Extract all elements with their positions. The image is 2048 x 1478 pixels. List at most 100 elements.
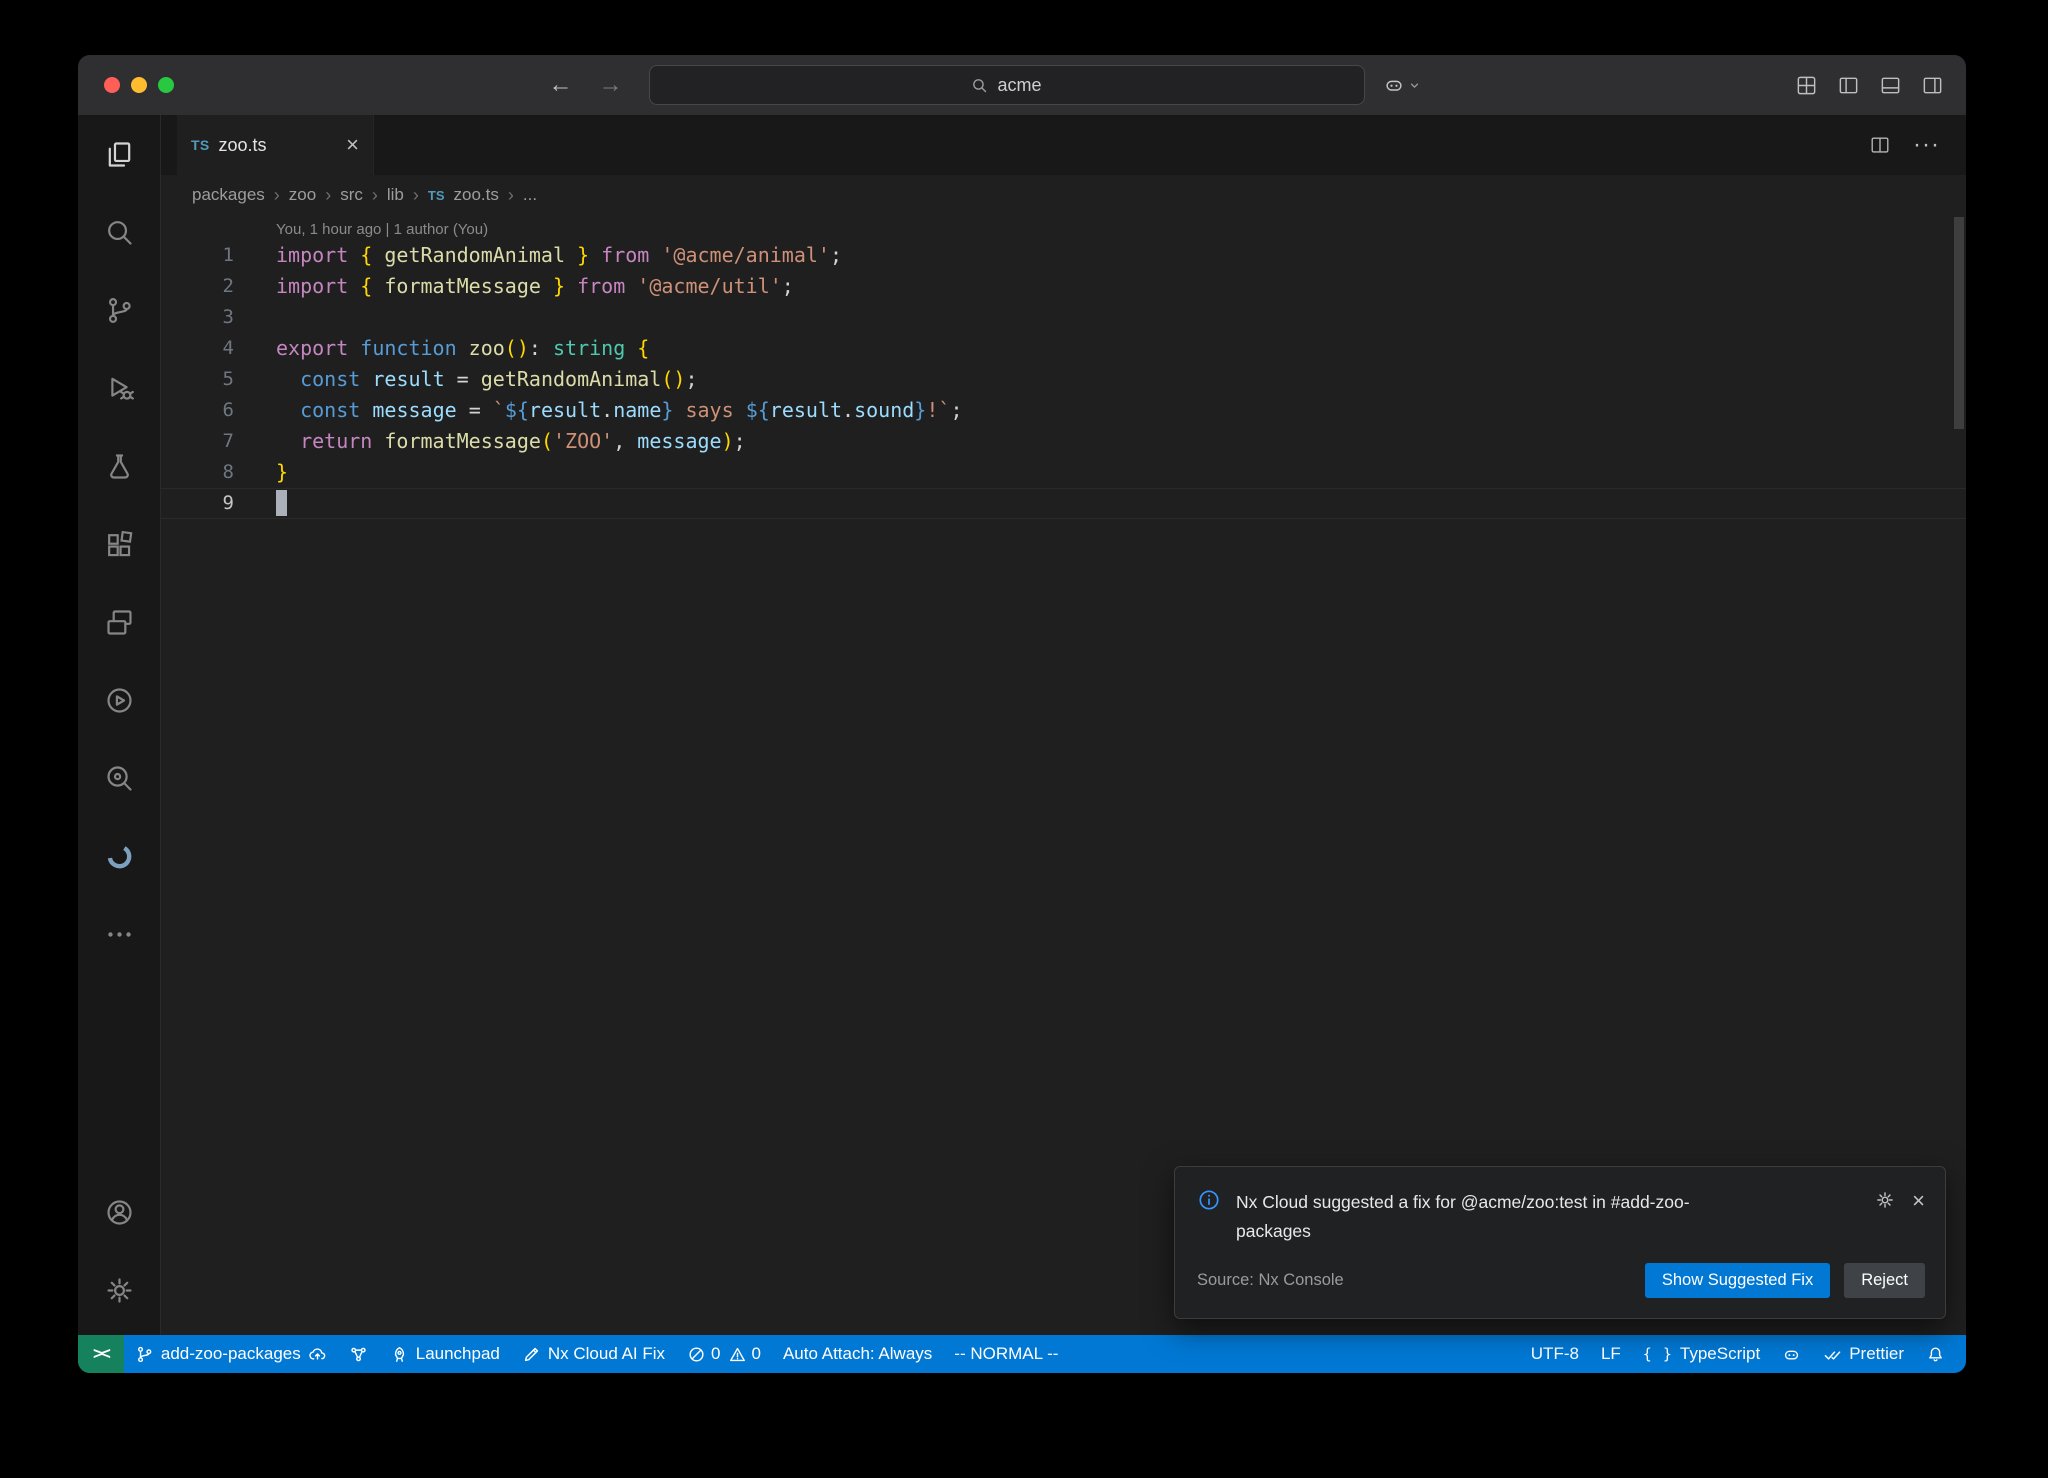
prettier-label: Prettier	[1849, 1344, 1904, 1364]
line-number[interactable]: 5	[161, 364, 276, 395]
scrollbar-thumb[interactable]	[1954, 217, 1964, 429]
run-debug-icon[interactable]	[78, 349, 160, 427]
zoom-window-button[interactable]	[158, 77, 174, 93]
notifications-status[interactable]	[1915, 1335, 1956, 1373]
line-number[interactable]: 1	[161, 240, 276, 271]
vim-mode-status[interactable]: -- NORMAL --	[943, 1335, 1069, 1373]
chevron-down-icon	[1408, 79, 1421, 92]
remote-explorer-icon[interactable]	[78, 583, 160, 661]
line-number[interactable]: 3	[161, 302, 276, 333]
tab-zoo-ts[interactable]: TS zoo.ts ×	[177, 115, 374, 175]
toast-buttons: Show Suggested Fix Reject	[1645, 1263, 1925, 1298]
search-icon	[971, 77, 988, 94]
settings-gear-icon[interactable]	[78, 1251, 160, 1329]
tab-label: zoo.ts	[219, 135, 267, 156]
status-bar: >< add-zoo-packages Launchpad Nx Cloud A…	[78, 1335, 1966, 1373]
back-button[interactable]: ←	[549, 71, 573, 99]
notification-settings-gear-icon[interactable]	[1875, 1190, 1895, 1210]
code-line[interactable]: 7 return formatMessage('ZOO', message);	[161, 426, 1966, 457]
line-number[interactable]: 8	[161, 457, 276, 488]
code-lines: 1import { getRandomAnimal } from '@acme/…	[161, 240, 1966, 519]
code-line[interactable]: 9	[161, 488, 1966, 519]
show-suggested-fix-button[interactable]: Show Suggested Fix	[1645, 1263, 1830, 1298]
code-line[interactable]: 6 const message = `${result.name} says $…	[161, 395, 1966, 426]
nx-project-graph-status[interactable]	[338, 1335, 379, 1373]
toast-footer: Source: Nx Console Show Suggested Fix Re…	[1175, 1251, 1945, 1318]
code-line[interactable]: 3	[161, 302, 1966, 333]
error-icon	[687, 1345, 706, 1364]
auto-attach-label: Auto Attach: Always	[783, 1344, 932, 1364]
code-line[interactable]: 1import { getRandomAnimal } from '@acme/…	[161, 240, 1966, 271]
forward-button[interactable]: →	[599, 71, 623, 99]
testing-icon[interactable]	[78, 427, 160, 505]
toggle-sidebar-icon[interactable]	[1837, 74, 1860, 97]
accounts-icon[interactable]	[78, 1173, 160, 1251]
prettier-status[interactable]: Prettier	[1812, 1335, 1915, 1373]
command-center-search[interactable]: acme	[649, 65, 1365, 105]
warning-icon	[728, 1345, 747, 1364]
branch-icon	[135, 1345, 154, 1364]
tab-close-icon[interactable]: ×	[346, 134, 359, 156]
editor-scrollbar[interactable]	[1954, 215, 1964, 1335]
ai-fix-label: Nx Cloud AI Fix	[548, 1344, 665, 1364]
auto-attach-status[interactable]: Auto Attach: Always	[772, 1335, 943, 1373]
language-status[interactable]: { } TypeScript	[1632, 1335, 1771, 1373]
breadcrumb-separator: ›	[325, 185, 331, 206]
code-line[interactable]: 5 const result = getRandomAnimal();	[161, 364, 1966, 395]
nx-console-icon[interactable]	[78, 661, 160, 739]
notification-toast: Nx Cloud suggested a fix for @acme/zoo:t…	[1174, 1166, 1946, 1319]
code-text: return formatMessage('ZOO', message);	[276, 426, 746, 457]
code-search-icon[interactable]	[78, 739, 160, 817]
copilot-status[interactable]	[1771, 1335, 1812, 1373]
eol-status[interactable]: LF	[1590, 1335, 1632, 1373]
remote-icon: ><	[93, 1344, 109, 1364]
line-number[interactable]: 9	[161, 488, 276, 519]
code-line[interactable]: 2import { formatMessage } from '@acme/ut…	[161, 271, 1966, 302]
desktop-background: ← → acme	[0, 0, 2048, 1478]
toast-close-icon[interactable]: ×	[1912, 1190, 1925, 1212]
code-line[interactable]: 8}	[161, 457, 1966, 488]
breadcrumb-file[interactable]: zoo.ts	[454, 185, 499, 205]
code-text	[276, 488, 287, 519]
git-branch-status[interactable]: add-zoo-packages	[124, 1335, 338, 1373]
encoding-status[interactable]: UTF-8	[1520, 1335, 1590, 1373]
line-number[interactable]: 2	[161, 271, 276, 302]
close-window-button[interactable]	[104, 77, 120, 93]
line-number[interactable]: 6	[161, 395, 276, 426]
toast-body: Nx Cloud suggested a fix for @acme/zoo:t…	[1175, 1167, 1945, 1251]
info-icon	[1197, 1188, 1221, 1217]
more-views-icon[interactable]	[78, 895, 160, 973]
launchpad-status[interactable]: Launchpad	[379, 1335, 511, 1373]
nx-cloud-ai-fix-status[interactable]: Nx Cloud AI Fix	[511, 1335, 676, 1373]
code-line[interactable]: 4export function zoo(): string {	[161, 333, 1966, 364]
toast-actions: ×	[1875, 1188, 1925, 1212]
minimize-window-button[interactable]	[131, 77, 147, 93]
copilot-menu[interactable]	[1383, 74, 1421, 96]
customize-layout-icon[interactable]	[1795, 74, 1818, 97]
codelens-annotation[interactable]: You, 1 hour ago | 1 author (You)	[276, 221, 1966, 238]
titlebar: ← → acme	[78, 55, 1966, 115]
edge-tools-icon[interactable]	[78, 817, 160, 895]
tab-strip: TS zoo.ts × ···	[161, 115, 1966, 175]
editor-region: TS zoo.ts × ··· packages › zoo › src ›	[161, 115, 1966, 1335]
remote-indicator[interactable]: ><	[78, 1335, 124, 1373]
breadcrumb-item[interactable]: packages	[192, 185, 265, 205]
source-control-icon[interactable]	[78, 271, 160, 349]
extensions-icon[interactable]	[78, 505, 160, 583]
toggle-panel-icon[interactable]	[1879, 74, 1902, 97]
split-editor-icon[interactable]	[1869, 134, 1891, 156]
breadcrumb-item[interactable]: src	[340, 185, 363, 205]
problems-status[interactable]: 0 0	[676, 1335, 772, 1373]
breadcrumb-item[interactable]: zoo	[289, 185, 316, 205]
reject-button[interactable]: Reject	[1844, 1263, 1925, 1298]
search-view-icon[interactable]	[78, 193, 160, 271]
ai-fix-pencil-icon	[522, 1345, 541, 1364]
more-actions-icon[interactable]: ···	[1913, 131, 1940, 159]
breadcrumb-item[interactable]: lib	[387, 185, 404, 205]
toggle-secondary-sidebar-icon[interactable]	[1921, 74, 1944, 97]
line-number[interactable]: 7	[161, 426, 276, 457]
toast-message: Nx Cloud suggested a fix for @acme/zoo:t…	[1236, 1188, 1728, 1245]
explorer-icon[interactable]	[78, 115, 160, 193]
line-number[interactable]: 4	[161, 333, 276, 364]
breadcrumb-more[interactable]: ...	[523, 185, 537, 205]
